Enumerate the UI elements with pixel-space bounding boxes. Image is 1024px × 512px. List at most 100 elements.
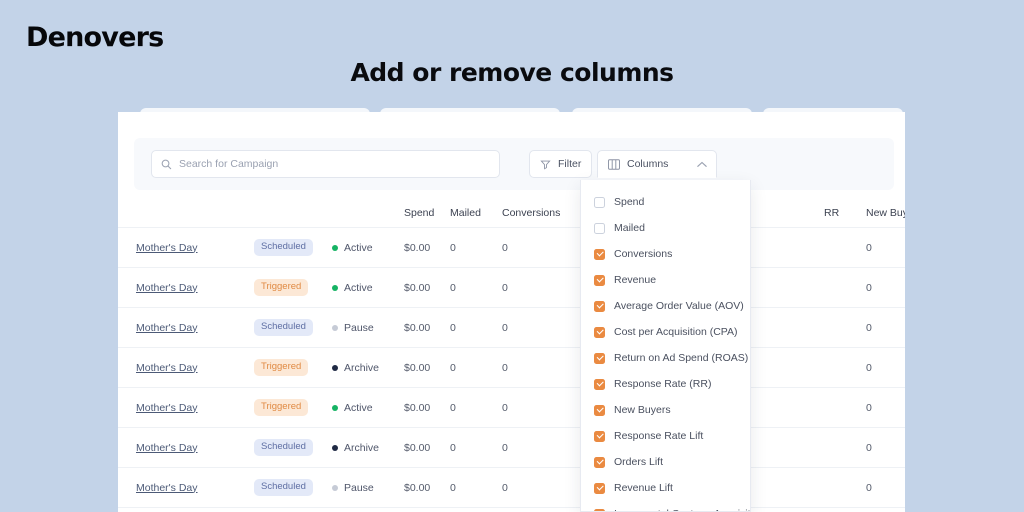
cell-new-buyers: 0 bbox=[866, 401, 872, 414]
cell-mailed: 0 bbox=[450, 281, 456, 294]
table-row[interactable]: Mother's DayScheduledActive$0.0000$003 bbox=[118, 228, 905, 268]
columns-icon bbox=[608, 158, 620, 170]
checkbox-icon[interactable] bbox=[594, 300, 605, 312]
chevron-up-icon bbox=[697, 161, 708, 168]
cell-conversions: 0 bbox=[502, 441, 508, 454]
cell-conversions: 0 bbox=[502, 321, 508, 334]
columns-dropdown-item-label: Spend bbox=[614, 196, 645, 208]
status-dot-icon bbox=[332, 324, 338, 331]
cell-mailed: 0 bbox=[450, 321, 456, 334]
cell-conversions: 0 bbox=[502, 481, 508, 494]
campaign-table: Spend Mailed Conversions R RR New Buyers… bbox=[118, 198, 905, 508]
campaign-name-link[interactable]: Mother's Day bbox=[136, 282, 198, 294]
cell-mailed: 0 bbox=[450, 361, 456, 374]
checkbox-icon[interactable] bbox=[594, 378, 605, 390]
cell-mailed: 0 bbox=[450, 401, 456, 414]
cell-new-buyers: 0 bbox=[866, 241, 872, 254]
campaign-type-badge: Scheduled bbox=[254, 319, 313, 336]
campaign-type-badge: Triggered bbox=[254, 359, 309, 376]
search-input[interactable] bbox=[179, 158, 490, 170]
status-dot-icon bbox=[332, 404, 338, 411]
columns-dropdown-item[interactable]: Response Rate (RR) bbox=[581, 371, 750, 397]
table-header-row: Spend Mailed Conversions R RR New Buyers… bbox=[118, 198, 905, 228]
cell-new-buyers: 0 bbox=[866, 361, 872, 374]
columns-label: Columns bbox=[627, 158, 669, 170]
columns-dropdown-item[interactable]: Cost per Acquisition (CPA) bbox=[581, 319, 750, 345]
checkbox-icon[interactable] bbox=[594, 222, 605, 234]
campaign-type-badge: Scheduled bbox=[254, 479, 313, 496]
header-mailed: Mailed bbox=[450, 206, 481, 219]
campaign-type-badge: Scheduled bbox=[254, 239, 313, 256]
columns-dropdown-item-label: Revenue Lift bbox=[614, 482, 673, 494]
checkbox-icon[interactable] bbox=[594, 248, 605, 260]
columns-dropdown-item[interactable]: Incremental Cost per Acquisition bbox=[581, 501, 750, 511]
search-box[interactable] bbox=[151, 150, 500, 178]
campaign-name-link[interactable]: Mother's Day bbox=[136, 242, 198, 254]
checkbox-icon[interactable] bbox=[594, 508, 605, 511]
cell-spend: $0.00 bbox=[404, 481, 431, 494]
status-badge: Pause bbox=[332, 482, 404, 494]
columns-dropdown-item-label: Mailed bbox=[614, 222, 645, 234]
header-conversions: Conversions bbox=[502, 206, 561, 219]
columns-dropdown-item-label: Response Rate Lift bbox=[614, 430, 704, 442]
table-row[interactable]: Mother's DayScheduledPause$0.0000$003 bbox=[118, 468, 905, 508]
cell-conversions: 0 bbox=[502, 241, 508, 254]
status-label: Active bbox=[344, 401, 373, 414]
cell-spend: $0.00 bbox=[404, 401, 431, 414]
table-row[interactable]: Mother's DayTriggeredArchive$0.0000$003 bbox=[118, 348, 905, 388]
status-badge: Active bbox=[332, 242, 404, 254]
cell-conversions: 0 bbox=[502, 281, 508, 294]
checkbox-icon[interactable] bbox=[594, 326, 605, 338]
columns-dropdown-item[interactable]: Revenue Lift bbox=[581, 475, 750, 501]
status-badge: Archive bbox=[332, 362, 404, 374]
status-badge: Pause bbox=[332, 322, 404, 334]
status-dot-icon bbox=[332, 484, 338, 491]
columns-dropdown-item-label: Return on Ad Spend (ROAS) bbox=[614, 352, 749, 364]
campaign-name-link[interactable]: Mother's Day bbox=[136, 322, 198, 334]
table-row[interactable]: Mother's DayScheduledArchive$0.0000$003 bbox=[118, 428, 905, 468]
status-badge: Active bbox=[332, 402, 404, 414]
status-label: Pause bbox=[344, 481, 374, 494]
status-badge: Active bbox=[332, 282, 404, 294]
columns-dropdown-item[interactable]: Conversions bbox=[581, 241, 750, 267]
columns-dropdown-panel: Spend Mailed Conversions Revenue Average Ord… bbox=[580, 180, 751, 512]
checkbox-icon[interactable] bbox=[594, 456, 605, 468]
search-icon bbox=[161, 159, 172, 170]
campaign-name-link[interactable]: Mother's Day bbox=[136, 442, 198, 454]
checkbox-icon[interactable] bbox=[594, 352, 605, 364]
checkbox-icon[interactable] bbox=[594, 404, 605, 416]
campaign-type-badge: Triggered bbox=[254, 399, 309, 416]
columns-dropdown-item[interactable]: New Buyers bbox=[581, 397, 750, 423]
checkbox-icon[interactable] bbox=[594, 430, 605, 442]
columns-dropdown-item[interactable]: Orders Lift bbox=[581, 449, 750, 475]
columns-dropdown-item[interactable]: Response Rate Lift bbox=[581, 423, 750, 449]
checkbox-icon[interactable] bbox=[594, 274, 605, 286]
columns-button[interactable]: Columns bbox=[597, 150, 718, 178]
campaign-name-link[interactable]: Mother's Day bbox=[136, 402, 198, 414]
header-spend: Spend bbox=[404, 206, 435, 219]
filter-button[interactable]: Filter bbox=[529, 150, 593, 178]
campaign-table-card: Filter Columns Spend M bbox=[118, 112, 905, 512]
columns-dropdown-item[interactable]: Return on Ad Spend (ROAS) bbox=[581, 345, 750, 371]
cell-new-buyers: 0 bbox=[866, 481, 872, 494]
campaign-type-badge: Triggered bbox=[254, 279, 309, 296]
columns-dropdown-item-label: Revenue bbox=[614, 274, 657, 286]
table-row[interactable]: Mother's DayTriggeredActive$0.0000$003 bbox=[118, 268, 905, 308]
campaign-name-link[interactable]: Mother's Day bbox=[136, 482, 198, 494]
table-row[interactable]: Mother's DayScheduledPause$0.0000$003 bbox=[118, 308, 905, 348]
cell-spend: $0.00 bbox=[404, 321, 431, 334]
columns-dropdown-item[interactable]: Average Order Value (AOV) bbox=[581, 293, 750, 319]
table-row[interactable]: Mother's DayTriggeredActive$0.0000$003 bbox=[118, 388, 905, 428]
checkbox-icon[interactable] bbox=[594, 196, 605, 208]
status-label: Active bbox=[344, 241, 373, 254]
columns-dropdown-item[interactable]: Mailed bbox=[581, 215, 750, 241]
checkbox-icon[interactable] bbox=[594, 482, 605, 494]
columns-dropdown-item[interactable]: Revenue bbox=[581, 267, 750, 293]
status-dot-icon bbox=[332, 364, 338, 371]
campaign-name-link[interactable]: Mother's Day bbox=[136, 362, 198, 374]
filter-label: Filter bbox=[558, 158, 582, 170]
columns-dropdown-item[interactable]: Spend bbox=[581, 189, 750, 215]
columns-dropdown-item-label: Cost per Acquisition (CPA) bbox=[614, 326, 738, 338]
columns-dropdown-item-label: New Buyers bbox=[614, 404, 671, 416]
cell-new-buyers: 0 bbox=[866, 441, 872, 454]
